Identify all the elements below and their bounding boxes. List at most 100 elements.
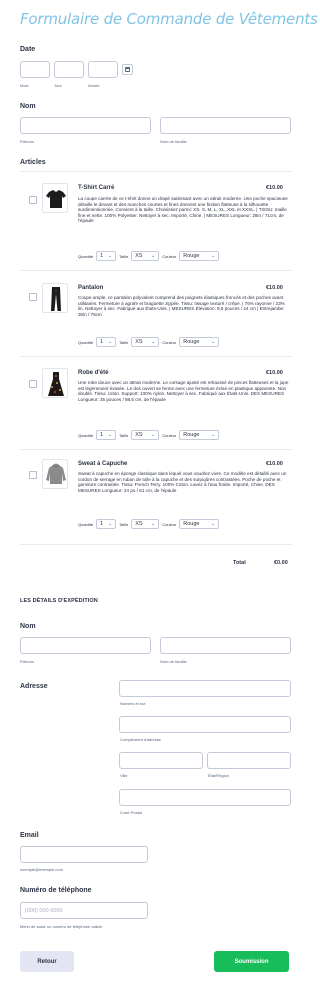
color-label: Couleur [162, 253, 177, 259]
chevron-down-icon: ⌄ [151, 521, 156, 527]
chevron-down-icon: ⌄ [211, 253, 216, 259]
color-select[interactable]: Rouge ⌄ [179, 251, 220, 261]
street-sublabel: Numéro et rue [120, 701, 146, 706]
color-label: Couleur [162, 432, 177, 438]
state-input[interactable] [207, 752, 291, 769]
chevron-down-icon: ⌄ [107, 521, 113, 527]
chevron-down-icon: ⌄ [107, 339, 113, 345]
address-line2-sublabel: Complément d'adresse [120, 737, 162, 742]
product-name: T-Shirt Carré [78, 185, 115, 191]
shipping-section-title: LES DÉTAILS D'EXPÉDITION [20, 598, 98, 604]
calendar-icon[interactable] [122, 64, 133, 75]
year-input[interactable] [88, 61, 118, 78]
divider [20, 449, 292, 450]
product-price: €10.00 [266, 370, 283, 376]
size-select[interactable]: XS ⌄ [131, 519, 160, 529]
product-name: Robe d'été [78, 370, 109, 376]
month-sublabel: Mois [20, 83, 29, 88]
chevron-down-icon: ⌄ [107, 253, 113, 259]
email-input[interactable] [20, 846, 148, 863]
city-input[interactable] [119, 752, 203, 769]
product-options: Quantité 1 ⌄ Taille XS ⌄ Couleur Rouge ⌄ [78, 251, 220, 261]
dress-image [42, 368, 68, 398]
shipping-last-name-input[interactable] [160, 637, 291, 654]
product-price: €10.00 [266, 185, 283, 191]
quantity-label: Quantité [78, 432, 94, 438]
color-select[interactable]: Rouge ⌄ [179, 519, 220, 529]
product-options: Quantité 1 ⌄ Taille XS ⌄ Couleur Rouge ⌄ [78, 519, 220, 529]
total-value: €0.00 [274, 560, 288, 566]
product-description: Coupe ample, ce pantalon polyvalent comp… [78, 295, 285, 317]
divider [20, 270, 292, 271]
quantity-select[interactable]: 1 ⌄ [96, 430, 117, 440]
size-label: Taille [119, 432, 129, 438]
product-name: Sweat à Capuche [78, 461, 128, 467]
first-name-sublabel: Prénom [20, 139, 35, 144]
product-checkbox-robe[interactable] [29, 380, 37, 388]
pants-image [42, 283, 68, 313]
color-select[interactable]: Rouge ⌄ [179, 430, 220, 440]
size-label: Taille [119, 521, 129, 527]
product-description: La coupe carrée de ce t-shirt donne un d… [78, 196, 288, 224]
quantity-label: Quantité [78, 253, 94, 259]
year-sublabel: Année [88, 83, 100, 88]
phone-input[interactable]: (000) 000-0000 [20, 902, 148, 919]
quantity-select[interactable]: 1 ⌄ [96, 337, 117, 347]
product-checkbox-sweat[interactable] [29, 471, 37, 479]
product-checkbox-tshirt[interactable] [29, 196, 37, 204]
day-input[interactable] [54, 61, 84, 78]
email-label: Email [20, 832, 39, 839]
month-input[interactable] [20, 61, 50, 78]
street-input[interactable] [119, 680, 291, 697]
quantity-label: Quantité [78, 521, 94, 527]
postal-code-input[interactable] [119, 789, 291, 806]
product-description: Sweat à capuche en éponge classique dans… [78, 471, 287, 493]
product-name: Pantalon [78, 285, 104, 291]
phone-label: Numéro de téléphone [20, 887, 92, 894]
name-label: Nom [20, 103, 36, 110]
divider [20, 171, 292, 172]
date-label: Date [20, 46, 36, 53]
chevron-down-icon: ⌄ [211, 521, 216, 527]
chevron-down-icon: ⌄ [211, 432, 216, 438]
email-hint: exemple@exemple.com [20, 867, 63, 872]
total-label: Total [233, 560, 246, 566]
product-price: €10.00 [266, 285, 283, 291]
shipping-last-sublabel: Nom de famille [160, 659, 187, 664]
last-name-sublabel: Nom de famille [160, 139, 187, 144]
address-line2-input[interactable] [119, 716, 291, 733]
divider [20, 544, 292, 545]
chevron-down-icon: ⌄ [151, 432, 156, 438]
shipping-first-name-input[interactable] [20, 637, 151, 654]
size-select[interactable]: XS ⌄ [131, 430, 160, 440]
first-name-input[interactable] [20, 117, 151, 134]
submit-button[interactable]: Soumission [214, 951, 289, 972]
quantity-select[interactable]: 1 ⌄ [96, 251, 117, 261]
chevron-down-icon: ⌄ [151, 253, 156, 259]
last-name-input[interactable] [160, 117, 291, 134]
color-select[interactable]: Rouge ⌄ [179, 337, 220, 347]
form-title: Formulaire de Commande de Vêtements [20, 10, 318, 28]
shipping-name-label: Nom [20, 623, 36, 630]
postal-code-sublabel: Code Postal [120, 810, 142, 815]
product-description: Une robe douce avec un attrait moderne. … [78, 380, 289, 402]
articles-label: Articles [20, 159, 46, 166]
quantity-select[interactable]: 1 ⌄ [96, 519, 117, 529]
product-checkbox-pantalon[interactable] [29, 293, 37, 301]
size-label: Taille [119, 339, 129, 345]
phone-hint: Merci de saisir un numéro de téléphone v… [20, 924, 103, 929]
product-options: Quantité 1 ⌄ Taille XS ⌄ Couleur Rouge ⌄ [78, 430, 220, 440]
day-sublabel: Jour [54, 83, 62, 88]
back-button[interactable]: Retour [20, 951, 74, 972]
divider [20, 356, 292, 357]
size-select[interactable]: XS ⌄ [131, 251, 160, 261]
size-label: Taille [119, 253, 129, 259]
size-select[interactable]: XS ⌄ [131, 337, 160, 347]
state-sublabel: État/Région [208, 773, 229, 778]
shipping-first-sublabel: Prénom [20, 659, 35, 664]
tshirt-image [42, 183, 68, 213]
color-label: Couleur [162, 339, 177, 345]
quantity-label: Quantité [78, 339, 94, 345]
chevron-down-icon: ⌄ [151, 339, 156, 345]
chevron-down-icon: ⌄ [107, 432, 113, 438]
